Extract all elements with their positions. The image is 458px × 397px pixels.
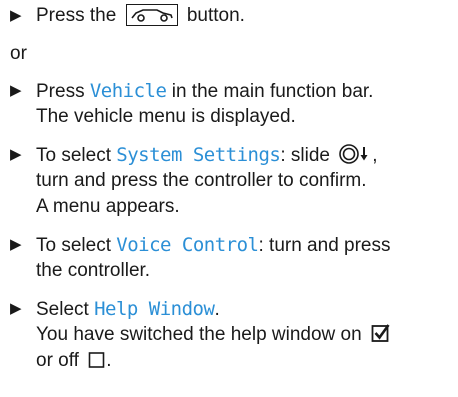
- step-text: .: [214, 299, 220, 320]
- step-text: ,: [372, 145, 378, 166]
- step-select-system-settings: ▶ To select System Settings: slide ,: [10, 142, 378, 168]
- step-text: : turn and press: [258, 235, 391, 256]
- bullet-arrow-icon: ▶: [10, 146, 22, 163]
- step-result-text: or off .: [36, 348, 112, 374]
- step-text: You have switched the help window on: [36, 324, 362, 345]
- step-result-text: A menu appears.: [36, 196, 180, 217]
- step-text: To select: [36, 145, 111, 166]
- step-text: Select: [36, 299, 89, 320]
- step-text: in the main function bar.: [171, 81, 374, 102]
- step-text: the controller.: [36, 260, 151, 281]
- step-text: Press: [36, 81, 85, 102]
- menu-term-help-window: Help Window: [94, 298, 215, 320]
- step-text: button.: [186, 5, 245, 26]
- checkbox-empty-icon: [88, 351, 106, 377]
- step-text: : slide: [280, 145, 330, 166]
- menu-term-system-settings: System Settings: [116, 144, 281, 166]
- step-result-text: The vehicle menu is displayed.: [36, 106, 296, 127]
- car-icon: [125, 4, 178, 26]
- step-result-text: You have switched the help window on: [36, 322, 391, 348]
- menu-term-vehicle: Vehicle: [89, 80, 167, 102]
- checkbox-checked-icon: [371, 323, 391, 351]
- bullet-arrow-icon: ▶: [10, 236, 22, 253]
- step-text: To select: [36, 235, 111, 256]
- bullet-arrow-icon: ▶: [10, 7, 22, 24]
- step-text: .: [106, 350, 112, 371]
- or-separator: or: [10, 43, 27, 64]
- step-text: turn and press the controller to confirm…: [36, 170, 367, 191]
- step-text: Press the: [36, 5, 117, 26]
- step-text: or off: [36, 350, 79, 371]
- menu-term-voice-control: Voice Control: [116, 234, 259, 256]
- step-select-voice-control: ▶ To select Voice Control: turn and pres…: [10, 232, 391, 258]
- bullet-arrow-icon: ▶: [10, 82, 22, 99]
- step-press-vehicle: ▶ Press Vehicle in the main function bar…: [10, 78, 373, 104]
- step-select-help-window: ▶ Select Help Window.: [10, 296, 220, 322]
- bullet-arrow-icon: ▶: [10, 300, 22, 317]
- step-press-car-button: ▶ Press the button.: [10, 3, 245, 29]
